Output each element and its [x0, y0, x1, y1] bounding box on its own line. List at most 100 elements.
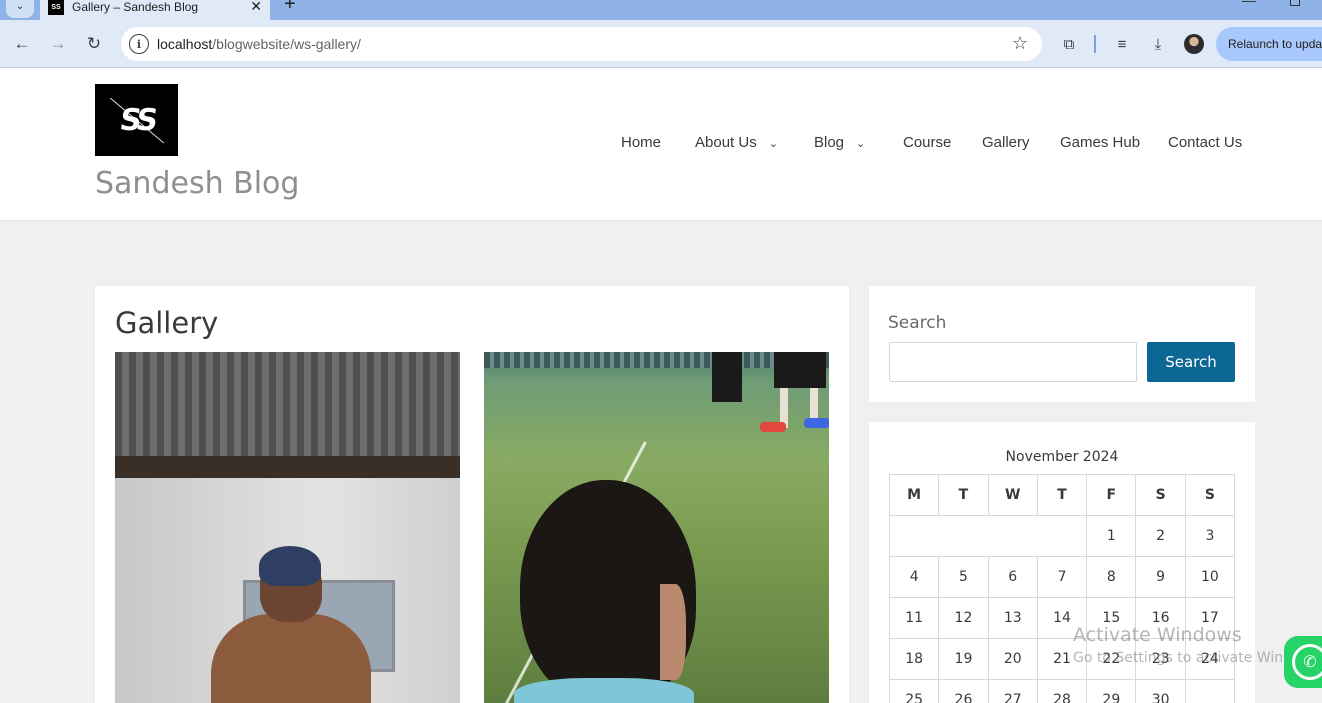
search-widget: Search Search	[869, 286, 1255, 402]
photo-person-body	[211, 614, 371, 703]
nav-home[interactable]: Home	[621, 134, 661, 151]
weekday-header: S	[1184, 474, 1236, 516]
url-host: localhost	[157, 36, 213, 52]
whatsapp-chat-button[interactable]: ✆	[1284, 636, 1322, 688]
calendar-day: 13	[987, 597, 1038, 639]
nav-about-us[interactable]: About Us ⌄	[695, 134, 778, 151]
extensions-puzzle-icon[interactable]: ⧉	[1058, 33, 1080, 55]
calendar-table: M T W T F S S 1 2 3 4 5 6 7 8 9 10 11 12…	[888, 474, 1236, 703]
calendar-day: 2	[1135, 515, 1186, 557]
nav-home-label: Home	[621, 134, 662, 151]
site-info-icon[interactable]: i	[129, 34, 149, 54]
download-icon[interactable]: ⤓	[1147, 33, 1169, 55]
nav-course[interactable]: Course	[903, 134, 951, 151]
logo-text: SS	[117, 102, 156, 138]
bookmark-star-icon[interactable]: ☆	[1012, 33, 1028, 54]
back-arrow-icon[interactable]: ←	[10, 32, 34, 56]
photo-player-shoe	[804, 418, 829, 428]
weekday-header: F	[1086, 474, 1137, 516]
calendar-week-row: 25 26 27 28 29 30	[888, 679, 1236, 703]
calendar-day: 1	[1086, 515, 1137, 557]
calendar-day: 28	[1036, 679, 1088, 703]
calendar-week-row: 1 2 3	[888, 515, 1236, 557]
forward-arrow-icon[interactable]: →	[46, 32, 70, 56]
tab-search-chevron-icon[interactable]: ⌄	[6, 0, 34, 18]
site-header: SS Sandesh Blog Home About Us ⌄ Blog ⌄ Cou…	[0, 68, 1322, 221]
page-title: Gallery	[115, 306, 219, 340]
photo-person-cap	[259, 546, 321, 586]
photo-beam	[115, 456, 460, 478]
tab-close-icon[interactable]: ✕	[250, 0, 262, 15]
browser-tab[interactable]: SS Gallery – Sandesh Blog ✕	[40, 0, 270, 20]
calendar-day: 6	[987, 556, 1038, 598]
calendar-day	[1184, 679, 1236, 703]
tab-title: Gallery – Sandesh Blog	[72, 0, 199, 14]
calendar-week-row: 4 5 6 7 8 9 10	[888, 556, 1236, 598]
gallery-image-football[interactable]	[484, 352, 829, 703]
nav-games-label: Games Hub	[1060, 134, 1141, 151]
nav-games-hub[interactable]: Games Hub	[1060, 134, 1140, 151]
calendar-day: 29	[1086, 679, 1137, 703]
media-queue-icon[interactable]: ≡	[1111, 33, 1133, 55]
calendar-day: 18	[888, 638, 940, 680]
whatsapp-icon: ✆	[1292, 644, 1322, 680]
calendar-day: 8	[1086, 556, 1137, 598]
calendar-day: 27	[987, 679, 1038, 703]
weekday-header: T	[1036, 474, 1088, 516]
calendar-day: 3	[1184, 515, 1236, 557]
calendar-day: 20	[987, 638, 1038, 680]
weekday-header: M	[888, 474, 940, 516]
nav-gallery-label: Gallery	[982, 134, 1030, 151]
browser-tab-strip: ⌄ SS Gallery – Sandesh Blog ✕ + —	[0, 0, 1322, 20]
window-minimize-icon[interactable]: —	[1242, 0, 1256, 8]
nav-blog[interactable]: Blog ⌄	[814, 134, 865, 151]
window-restore-icon[interactable]	[1290, 0, 1300, 6]
nav-about-label: About Us	[695, 134, 757, 151]
photo-boy-face	[660, 584, 686, 680]
calendar-day: 19	[938, 638, 989, 680]
calendar-day: 12	[938, 597, 989, 639]
site-title[interactable]: Sandesh Blog	[95, 166, 299, 201]
nav-blog-label: Blog	[814, 134, 845, 151]
chevron-down-icon[interactable]: ⌄	[856, 137, 865, 150]
gallery-image-portrait[interactable]	[115, 352, 460, 703]
photo-player-shoe	[760, 422, 786, 432]
nav-contact-us[interactable]: Contact Us	[1168, 134, 1242, 151]
calendar-day: 10	[1184, 556, 1236, 598]
weekday-header: W	[987, 474, 1038, 516]
browser-toolbar: ← → ↻ i localhost/blogwebsite/ws-gallery…	[0, 20, 1322, 68]
address-bar[interactable]: i localhost/blogwebsite/ws-gallery/ ☆	[121, 27, 1042, 61]
search-input[interactable]	[889, 342, 1137, 382]
relaunch-button[interactable]: Relaunch to update	[1216, 27, 1322, 61]
calendar-day: 7	[1036, 556, 1088, 598]
profile-avatar[interactable]	[1184, 34, 1204, 54]
calendar-day: 25	[888, 679, 940, 703]
calendar-weekday-row: M T W T F S S	[888, 474, 1236, 516]
chevron-down-icon[interactable]: ⌄	[769, 137, 778, 150]
photo-boy-shirt	[514, 678, 694, 703]
photo-player-shorts	[774, 352, 826, 388]
main-navigation: Home About Us ⌄ Blog ⌄ Course Gallery Game…	[0, 134, 1322, 154]
address-url[interactable]: localhost/blogwebsite/ws-gallery/	[157, 36, 361, 52]
photo-player-legs	[712, 352, 742, 402]
weekday-header: S	[1135, 474, 1186, 516]
nav-contact-label: Contact Us	[1168, 134, 1243, 151]
calendar-empty-cell	[888, 515, 1088, 557]
new-tab-plus-icon[interactable]: +	[284, 0, 296, 16]
reload-icon[interactable]: ↻	[82, 32, 106, 56]
photo-roof	[115, 352, 460, 472]
search-button[interactable]: Search	[1147, 342, 1235, 382]
nav-course-label: Course	[903, 134, 952, 151]
nav-gallery[interactable]: Gallery	[982, 134, 1030, 151]
search-widget-title: Search	[888, 313, 947, 333]
toolbar-divider	[1094, 35, 1096, 53]
url-path: /blogwebsite/ws-gallery/	[212, 36, 361, 52]
site-favicon-icon: SS	[48, 0, 64, 15]
calendar-day: 9	[1135, 556, 1186, 598]
calendar-day: 26	[938, 679, 989, 703]
calendar-day: 11	[888, 597, 940, 639]
calendar-day: 4	[888, 556, 940, 598]
weekday-header: T	[938, 474, 989, 516]
gallery-content: Gallery	[95, 286, 849, 703]
calendar-day: 30	[1135, 679, 1186, 703]
